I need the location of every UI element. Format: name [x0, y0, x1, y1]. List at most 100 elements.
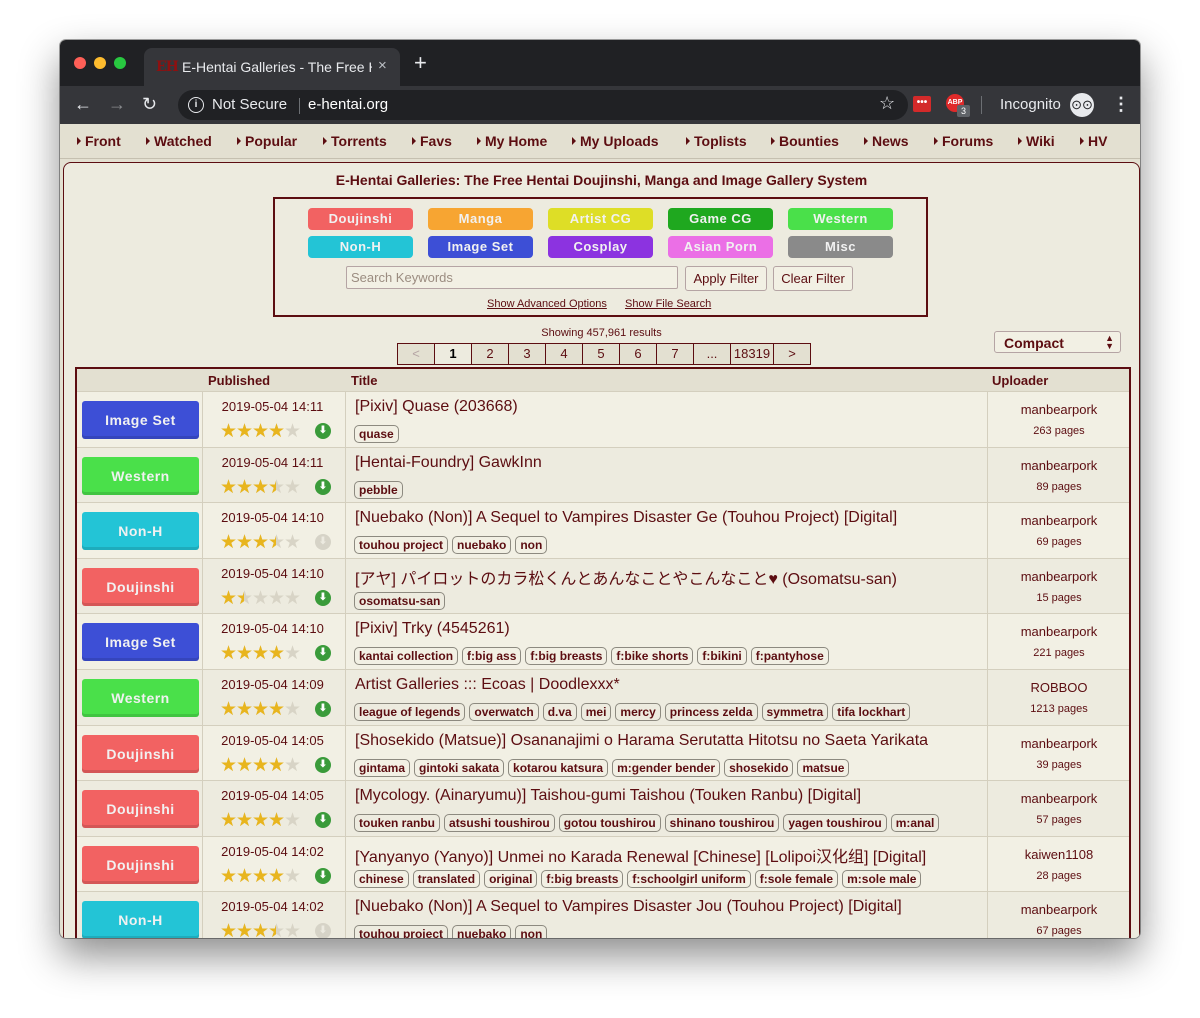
uploader-link[interactable]: manbearpork — [989, 624, 1129, 639]
category-badge[interactable]: Doujinshi — [82, 567, 199, 606]
gallery-tag[interactable]: non — [515, 536, 548, 555]
gallery-tag[interactable]: m:sole male — [842, 869, 922, 888]
table-row[interactable]: Image Set2019-05-04 14:10★★★★★★★★★★⬇[Pix… — [77, 613, 1129, 670]
nav-hv[interactable]: HV — [1080, 133, 1107, 149]
browser-tab[interactable]: EH E-Hentai Galleries - The Free Hentai … — [144, 48, 400, 86]
gallery-tag[interactable]: pebble — [354, 480, 403, 499]
page-number[interactable]: 2 — [472, 344, 509, 364]
nav-my-uploads[interactable]: My Uploads — [572, 133, 659, 149]
nav-wiki[interactable]: Wiki — [1018, 133, 1055, 149]
gallery-tag[interactable]: f:big breasts — [541, 869, 624, 888]
category-filter-misc[interactable]: Misc — [788, 236, 893, 258]
gallery-tag[interactable]: gotou toushirou — [558, 814, 661, 833]
gallery-tag[interactable]: f:pantyhose — [750, 647, 829, 666]
gallery-tag[interactable]: shinano toushirou — [664, 814, 780, 833]
gallery-title-link[interactable]: [Shosekido (Matsue)] Osananajimi o Haram… — [355, 732, 985, 750]
nav-my-home[interactable]: My Home — [477, 133, 547, 149]
gallery-tag[interactable]: f:bikini — [697, 647, 747, 666]
category-badge[interactable]: Non-H — [82, 901, 199, 938]
category-filter-manga[interactable]: Manga — [428, 208, 533, 230]
gallery-tag[interactable]: touken ranbu — [354, 814, 441, 833]
uploader-link[interactable]: manbearpork — [989, 402, 1129, 417]
page-number[interactable]: 7 — [657, 344, 694, 364]
table-row[interactable]: Doujinshi2019-05-04 14:05★★★★★★★★★★⬇[Myc… — [77, 780, 1129, 837]
page-next[interactable]: > — [774, 344, 810, 364]
page-number[interactable]: 4 — [546, 344, 583, 364]
gallery-tag[interactable]: nuebako — [452, 925, 512, 938]
category-badge[interactable]: Image Set — [82, 401, 199, 439]
category-badge[interactable]: Western — [82, 679, 199, 717]
gallery-tag[interactable]: quase — [354, 425, 399, 443]
new-tab-icon[interactable]: + — [414, 52, 427, 74]
nav-forums[interactable]: Forums — [934, 133, 993, 149]
header-uploader[interactable]: Uploader — [992, 373, 1048, 388]
nav-favs[interactable]: Favs — [412, 133, 452, 149]
category-badge[interactable]: Image Set — [82, 623, 199, 662]
gallery-tag[interactable]: chinese — [354, 869, 409, 888]
incognito-icon[interactable]: ⊙⊙ — [1070, 93, 1094, 117]
bookmark-star-icon[interactable]: ☆ — [879, 93, 895, 114]
nav-front[interactable]: Front — [77, 133, 121, 149]
info-icon[interactable]: i — [188, 97, 204, 113]
torrent-download-icon[interactable]: ⬇ — [315, 589, 331, 606]
gallery-tag[interactable]: kantai collection — [354, 647, 459, 666]
gallery-title-link[interactable]: Artist Galleries ::: Ecoas | Doodlexxx* — [355, 676, 985, 694]
category-filter-western[interactable]: Western — [788, 208, 893, 230]
gallery-tag[interactable]: gintoki sakata — [414, 758, 505, 777]
maximize-window-button[interactable] — [114, 57, 126, 69]
uploader-link[interactable]: manbearpork — [989, 569, 1129, 584]
category-filter-doujinshi[interactable]: Doujinshi — [308, 208, 413, 230]
gallery-tag[interactable]: osomatsu-san — [354, 591, 446, 610]
uploader-link[interactable]: manbearpork — [989, 902, 1129, 917]
torrent-download-icon[interactable]: ⬇ — [315, 423, 331, 439]
category-filter-image-set[interactable]: Image Set — [428, 236, 533, 258]
gallery-title-link[interactable]: [Mycology. (Ainaryumu)] Taishou-gumi Tai… — [355, 787, 985, 805]
gallery-tag[interactable]: league of legends — [354, 703, 466, 721]
uploader-link[interactable]: manbearpork — [989, 513, 1129, 528]
gallery-tag[interactable]: yagen toushirou — [783, 814, 887, 833]
gallery-tag[interactable]: translated — [412, 869, 481, 888]
table-row[interactable]: Non-H2019-05-04 14:10★★★★★★★★★★⬇[Nuebako… — [77, 502, 1129, 559]
category-badge[interactable]: Doujinshi — [82, 845, 199, 884]
nav-toplists[interactable]: Toplists — [686, 133, 747, 149]
url-text[interactable]: e-hentai.org — [308, 96, 388, 113]
gallery-title-link[interactable]: [Nuebako (Non)] A Sequel to Vampires Dis… — [355, 509, 985, 527]
gallery-tag[interactable]: f:schoolgirl uniform — [627, 869, 751, 888]
torrent-download-icon[interactable]: ⬇ — [315, 812, 331, 829]
torrent-download-icon[interactable]: ⬇ — [315, 645, 331, 662]
reload-icon[interactable]: ↻ — [142, 94, 157, 115]
gallery-tag[interactable]: m:anal — [890, 814, 940, 833]
gallery-tag[interactable]: f:big ass — [462, 647, 522, 666]
torrent-download-icon[interactable]: ⬇ — [315, 867, 331, 884]
page-prev[interactable]: < — [398, 344, 435, 364]
gallery-tag[interactable]: non — [515, 925, 548, 938]
gallery-tag[interactable]: kotarou katsura — [508, 758, 609, 777]
gallery-tag[interactable]: f:bike shorts — [611, 647, 694, 666]
gallery-title-link[interactable]: [アヤ] パイロットのカラ松くんとあんなことやこんなこと♥ (Osomatsu-… — [355, 565, 985, 589]
category-badge[interactable]: Non-H — [82, 512, 199, 551]
show-advanced-options-link[interactable]: Show Advanced Options — [487, 298, 607, 310]
table-row[interactable]: Doujinshi2019-05-04 14:05★★★★★★★★★★⬇[Sho… — [77, 724, 1129, 781]
header-title[interactable]: Title — [351, 373, 378, 388]
uploader-link[interactable]: kaiwen1108 — [989, 847, 1129, 862]
gallery-tag[interactable]: tifa lockhart — [832, 703, 911, 721]
search-input[interactable] — [346, 266, 678, 289]
nav-torrents[interactable]: Torrents — [323, 133, 387, 149]
category-badge[interactable]: Western — [82, 456, 199, 495]
apply-filter-button[interactable]: Apply Filter — [685, 266, 767, 291]
page-number[interactable]: 3 — [509, 344, 546, 364]
clear-filter-button[interactable]: Clear Filter — [773, 266, 853, 291]
gallery-tag[interactable]: gintama — [354, 758, 411, 777]
table-row[interactable]: Western2019-05-04 14:09★★★★★★★★★★⬇Artist… — [77, 669, 1129, 725]
gallery-tag[interactable]: princess zelda — [664, 703, 758, 721]
category-filter-cosplay[interactable]: Cosplay — [548, 236, 653, 258]
category-filter-artist-cg[interactable]: Artist CG — [548, 208, 653, 230]
category-badge[interactable]: Doujinshi — [82, 790, 199, 829]
category-badge[interactable]: Doujinshi — [82, 734, 199, 773]
nav-bounties[interactable]: Bounties — [771, 133, 839, 149]
table-row[interactable]: Doujinshi2019-05-04 14:02★★★★★★★★★★⬇[Yan… — [77, 835, 1129, 892]
page-last[interactable]: 18319 — [731, 344, 774, 364]
gallery-tag[interactable]: nuebako — [452, 536, 512, 555]
gallery-tag[interactable]: touhou project — [354, 536, 448, 555]
nav-watched[interactable]: Watched — [146, 133, 212, 149]
